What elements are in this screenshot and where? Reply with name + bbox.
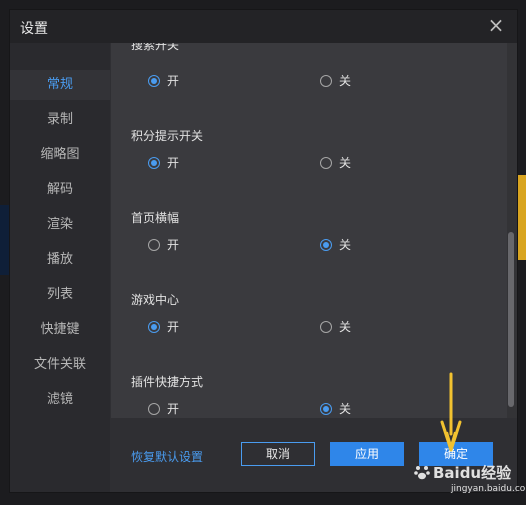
- sidebar-item-label: 列表: [46, 287, 73, 302]
- radio-unchecked-icon: [148, 239, 160, 251]
- annotation-arrow-icon: [440, 372, 462, 452]
- close-icon[interactable]: ×: [487, 15, 505, 35]
- radio-unchecked-icon: [320, 157, 332, 169]
- sidebar-item-label: 渲染: [46, 217, 73, 232]
- restore-defaults-link[interactable]: 恢复默认设置: [131, 448, 203, 465]
- paw-logo-icon: [414, 466, 430, 480]
- background-app-left: [0, 205, 10, 275]
- sidebar-item-label: 文件关联: [33, 357, 86, 372]
- baidu-watermark: Baidu经验 jingyan.baidu.com: [413, 460, 526, 505]
- sidebar-item-general[interactable]: 常规: [10, 70, 110, 100]
- settings-dialog: 设置 × 常规 录制 缩略图 解码 渲染 播放 列表 快捷键 文件关联 滤镜 搜…: [10, 10, 526, 494]
- section-title-home-banner: 首页横幅: [131, 211, 180, 225]
- radio-unchecked-icon: [320, 321, 332, 333]
- sidebar-item-label: 录制: [46, 112, 73, 127]
- watermark-brand: Baidu经验: [433, 464, 512, 482]
- sidebar-item-label: 缩略图: [40, 147, 80, 162]
- sidebar-item-thumbnail[interactable]: 缩略图: [10, 140, 110, 170]
- watermark-url: jingyan.baidu.com: [451, 484, 526, 494]
- sidebar-item-rendering[interactable]: 渲染: [10, 210, 110, 240]
- radio-unchecked-icon: [148, 403, 160, 415]
- sidebar-item-recording[interactable]: 录制: [10, 105, 110, 135]
- sidebar-item-playback[interactable]: 播放: [10, 245, 110, 275]
- sidebar-item-list[interactable]: 列表: [10, 280, 110, 310]
- cancel-button[interactable]: 取消: [241, 442, 315, 466]
- sidebar-item-label: 解码: [46, 182, 73, 197]
- radio-checked-icon: [148, 75, 160, 87]
- section-title-plugin-shortcut: 插件快捷方式: [131, 375, 204, 389]
- sidebar-item-filters[interactable]: 滤镜: [10, 385, 110, 415]
- radio-checked-icon: [148, 157, 160, 169]
- sidebar-item-file-association[interactable]: 文件关联: [10, 350, 110, 380]
- apply-button[interactable]: 应用: [330, 442, 404, 466]
- dialog-titlebar: 设置 ×: [10, 10, 517, 43]
- settings-content: 搜索开关 开 关 积分提示开关 开 关 首页横幅 开 关 游戏中心 开 关 插件…: [111, 43, 517, 418]
- sidebar-item-label: 滤镜: [46, 392, 73, 407]
- section-title-game-center: 游戏中心: [131, 293, 180, 307]
- sidebar-item-label: 播放: [46, 252, 73, 267]
- sidebar-item-shortcuts[interactable]: 快捷键: [10, 315, 110, 345]
- radio-checked-icon: [320, 403, 332, 415]
- content-scrollbar-thumb[interactable]: [508, 232, 514, 407]
- dialog-title: 设置: [20, 21, 48, 37]
- section-title-points-tip: 积分提示开关: [131, 129, 204, 143]
- sidebar-item-label: 常规: [46, 77, 73, 92]
- sidebar-item-decoding[interactable]: 解码: [10, 175, 110, 205]
- radio-checked-icon: [148, 321, 160, 333]
- background-app-right: [516, 175, 526, 260]
- radio-unchecked-icon: [320, 75, 332, 87]
- sidebar-item-label: 快捷键: [40, 322, 80, 337]
- section-title-search: 搜索开关: [131, 43, 180, 52]
- settings-sidebar: 常规 录制 缩略图 解码 渲染 播放 列表 快捷键 文件关联 滤镜: [10, 43, 110, 492]
- radio-checked-icon: [320, 239, 332, 251]
